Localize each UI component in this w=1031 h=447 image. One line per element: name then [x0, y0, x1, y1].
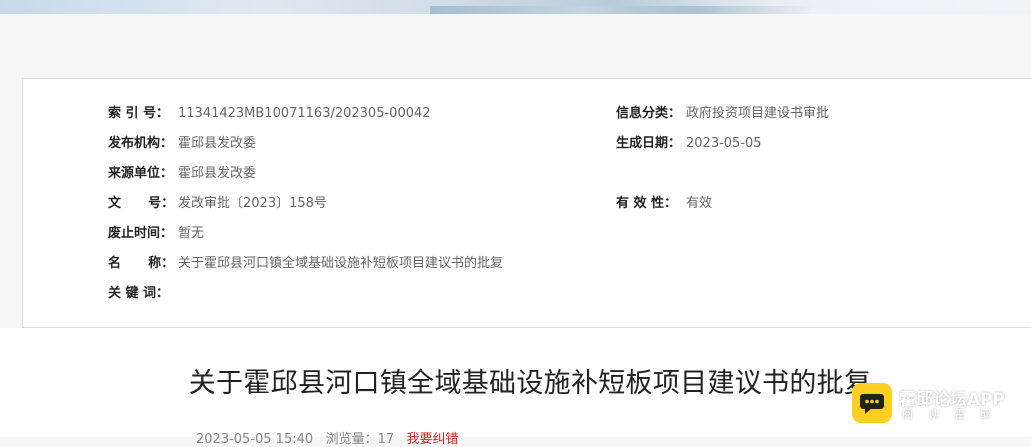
generated-date-value: 2023-05-05 [686, 136, 762, 151]
validity-row: 有 效 性： 有效 [616, 194, 712, 214]
report-error-link[interactable]: 我要纠错 [407, 432, 459, 447]
category-row: 信息分类： 政府投资项目建设书审批 [616, 104, 829, 124]
validity-value: 有效 [686, 196, 713, 211]
expiry-row: 废止时间： 暂无 [108, 224, 204, 244]
source-unit-row: 来源单位： 霍邱县发改委 [108, 164, 256, 184]
publisher-value: 霍邱县发改委 [178, 136, 257, 151]
index-number-value: 11341423MB10071163/202305-00042 [178, 106, 431, 121]
publisher-row: 发布机构： 霍邱县发改委 [108, 134, 256, 154]
validity-label: 有 效 性： [616, 196, 678, 211]
source-unit-value: 霍邱县发改委 [178, 166, 257, 181]
publisher-label: 发布机构： [108, 136, 174, 151]
document-number-value: 发改审批〔2023〕158号 [178, 196, 327, 211]
doc-name-label: 名 称： [108, 256, 175, 271]
document-number-row: 文 号： 发改审批〔2023〕158号 [108, 194, 327, 214]
meta-date: 2023-05-05 15:40 [196, 432, 314, 447]
header-banner-image [0, 0, 1031, 14]
app-subtitle: 阅读霍邱 [902, 408, 1006, 421]
chat-bubble-icon [852, 383, 892, 423]
keywords-row: 关 键 词： [108, 284, 178, 304]
document-number-label: 文 号： [108, 196, 175, 211]
expiry-label: 废止时间： [108, 226, 174, 241]
category-value: 政府投资项目建设书审批 [686, 106, 830, 121]
doc-name-value: 关于霍邱县河口镇全域基础设施补短板项目建议书的批复 [178, 256, 504, 271]
expiry-value: 暂无 [178, 226, 205, 241]
forum-app-badge[interactable]: 霍邱论坛APP 阅读霍邱 [852, 383, 1024, 423]
source-unit-label: 来源单位： [108, 166, 174, 181]
category-label: 信息分类： [616, 106, 682, 121]
generated-date-label: 生成日期： [616, 136, 682, 151]
doc-name-row: 名 称： 关于霍邱县河口镇全域基础设施补短板项目建议书的批复 [108, 254, 503, 274]
document-info-panel: 索 引 号： 11341423MB10071163/202305-00042 信息… [22, 78, 1031, 328]
index-number-label: 索 引 号： [108, 106, 170, 121]
article-meta: 2023-05-05 15:40 浏览量：17 我要纠错 [196, 428, 459, 447]
meta-views: 浏览量：17 [325, 432, 395, 447]
keywords-label: 关 键 词： [108, 286, 170, 301]
generated-date-row: 生成日期： 2023-05-05 [616, 134, 762, 154]
index-number-row: 索 引 号： 11341423MB10071163/202305-00042 [108, 104, 431, 124]
